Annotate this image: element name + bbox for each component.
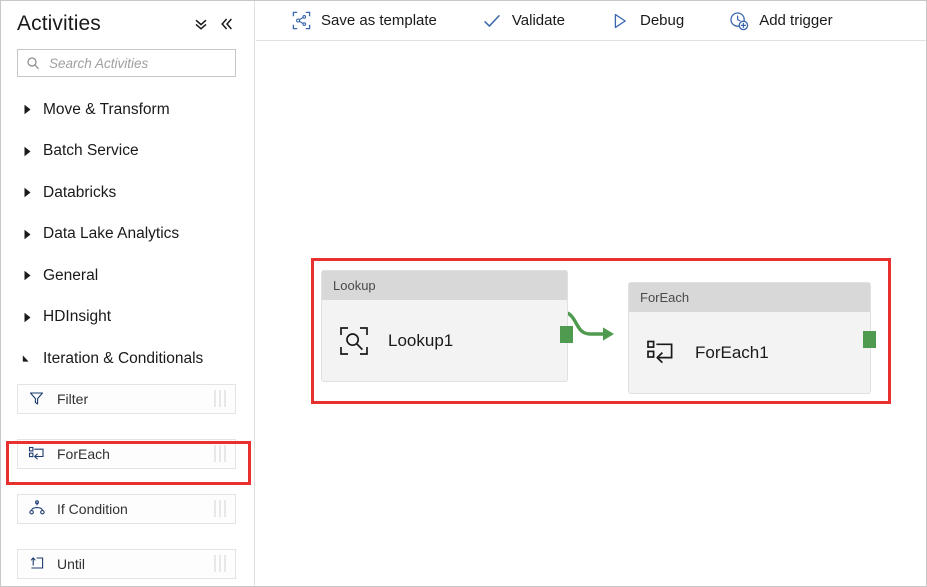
page-title: Activities xyxy=(17,12,101,35)
until-loop-icon xyxy=(27,554,46,573)
pipeline-node-lookup1[interactable]: Lookup Lookup1 xyxy=(321,270,573,382)
activity-item-label: Filter xyxy=(57,390,89,407)
node-name-label: Lookup1 xyxy=(388,330,454,350)
node-body: Lookup1 xyxy=(322,300,567,381)
category-label: Data Lake Analytics xyxy=(43,225,180,243)
lookup-magnifier-icon xyxy=(338,325,370,357)
activities-panel-header: Activities xyxy=(1,1,254,47)
foreach-loop-icon xyxy=(645,337,677,369)
output-port-success[interactable] xyxy=(863,331,876,348)
activity-item-label: Until xyxy=(57,555,86,572)
chevron-right-icon xyxy=(19,143,35,159)
activity-until-wrap: Until xyxy=(1,548,254,587)
activity-item-list: Filter ForEach If Condition Until xyxy=(1,383,254,587)
if-condition-branch-icon xyxy=(27,499,46,518)
chevron-right-icon xyxy=(19,226,35,242)
toolbar-label: Debug xyxy=(640,12,685,29)
category-iteration-and-conditionals[interactable]: Iteration & Conditionals xyxy=(1,338,254,380)
double-chevron-left-icon[interactable] xyxy=(214,11,240,37)
activity-foreach-wrap: ForEach xyxy=(1,438,254,490)
activity-category-list: Move & Transform Batch Service Databrick… xyxy=(1,89,254,380)
drag-handle-icon[interactable] xyxy=(214,390,226,407)
activity-item-label: If Condition xyxy=(57,500,128,517)
category-label: Databricks xyxy=(43,183,117,201)
category-move-and-transform[interactable]: Move & Transform xyxy=(1,89,254,131)
activity-if-condition-wrap: If Condition xyxy=(1,493,254,545)
pipeline-canvas[interactable]: Lookup Lookup1 ForEach ForEach1 xyxy=(256,42,926,586)
add-trigger-button[interactable]: Add trigger xyxy=(728,1,833,41)
chevron-right-icon xyxy=(19,102,35,118)
category-data-lake-analytics[interactable]: Data Lake Analytics xyxy=(1,214,254,256)
category-general[interactable]: General xyxy=(1,255,254,297)
activity-item-label: ForEach xyxy=(57,445,110,462)
toolbar-label: Validate xyxy=(511,12,565,29)
category-label: Iteration & Conditionals xyxy=(43,349,204,367)
search-icon xyxy=(26,56,40,70)
category-label: Batch Service xyxy=(43,142,139,160)
search-input[interactable] xyxy=(47,54,230,72)
drag-handle-icon[interactable] xyxy=(214,445,226,462)
chevron-right-icon xyxy=(19,268,35,284)
node-body: ForEach1 xyxy=(629,312,870,393)
activity-filter-wrap: Filter xyxy=(1,383,254,435)
save-as-template-button[interactable]: Save as template xyxy=(290,1,437,41)
chevron-down-icon xyxy=(19,351,35,367)
add-trigger-clock-plus-icon xyxy=(728,10,750,32)
category-label: Move & Transform xyxy=(43,100,170,118)
debug-button[interactable]: Debug xyxy=(609,1,684,41)
node-type-label: Lookup xyxy=(333,278,376,293)
search-activities-box[interactable] xyxy=(17,49,236,77)
pipeline-toolbar: Save as template Validate Debug Add trig… xyxy=(256,1,926,41)
chevron-right-icon xyxy=(19,309,35,325)
checkmark-icon xyxy=(481,10,503,32)
filter-funnel-icon xyxy=(27,389,46,408)
category-batch-service[interactable]: Batch Service xyxy=(1,131,254,173)
foreach-loop-icon xyxy=(27,444,46,463)
validate-button[interactable]: Validate xyxy=(481,1,565,41)
activity-item-until[interactable]: Until xyxy=(17,548,236,579)
category-databricks[interactable]: Databricks xyxy=(1,172,254,214)
node-type-label: ForEach xyxy=(640,290,690,305)
category-label: General xyxy=(43,266,99,284)
activity-item-if-condition[interactable]: If Condition xyxy=(17,493,236,524)
double-chevron-down-icon[interactable] xyxy=(188,11,214,37)
activities-panel: Activities Search Activities Move & Tran… xyxy=(1,1,255,586)
chevron-right-icon xyxy=(19,185,35,201)
save-as-template-icon xyxy=(290,10,312,32)
category-hdinsight[interactable]: HDInsight xyxy=(1,297,254,339)
node-name-label: ForEach1 xyxy=(695,342,769,362)
pipeline-node-foreach1[interactable]: ForEach ForEach1 xyxy=(628,282,876,394)
drag-handle-icon[interactable] xyxy=(214,500,226,517)
play-triangle-icon xyxy=(609,10,631,32)
node-type-header: Lookup xyxy=(322,271,567,300)
drag-handle-icon[interactable] xyxy=(214,555,226,572)
pipeline-editor: Activities Search Activities Move & Tran… xyxy=(0,0,927,587)
activity-item-foreach[interactable]: ForEach xyxy=(17,438,236,469)
activity-item-filter[interactable]: Filter xyxy=(17,383,236,414)
category-label: HDInsight xyxy=(43,308,112,326)
output-port-success[interactable] xyxy=(560,326,573,343)
toolbar-label: Save as template xyxy=(321,12,437,29)
toolbar-label: Add trigger xyxy=(759,12,833,29)
node-type-header: ForEach xyxy=(629,283,870,312)
